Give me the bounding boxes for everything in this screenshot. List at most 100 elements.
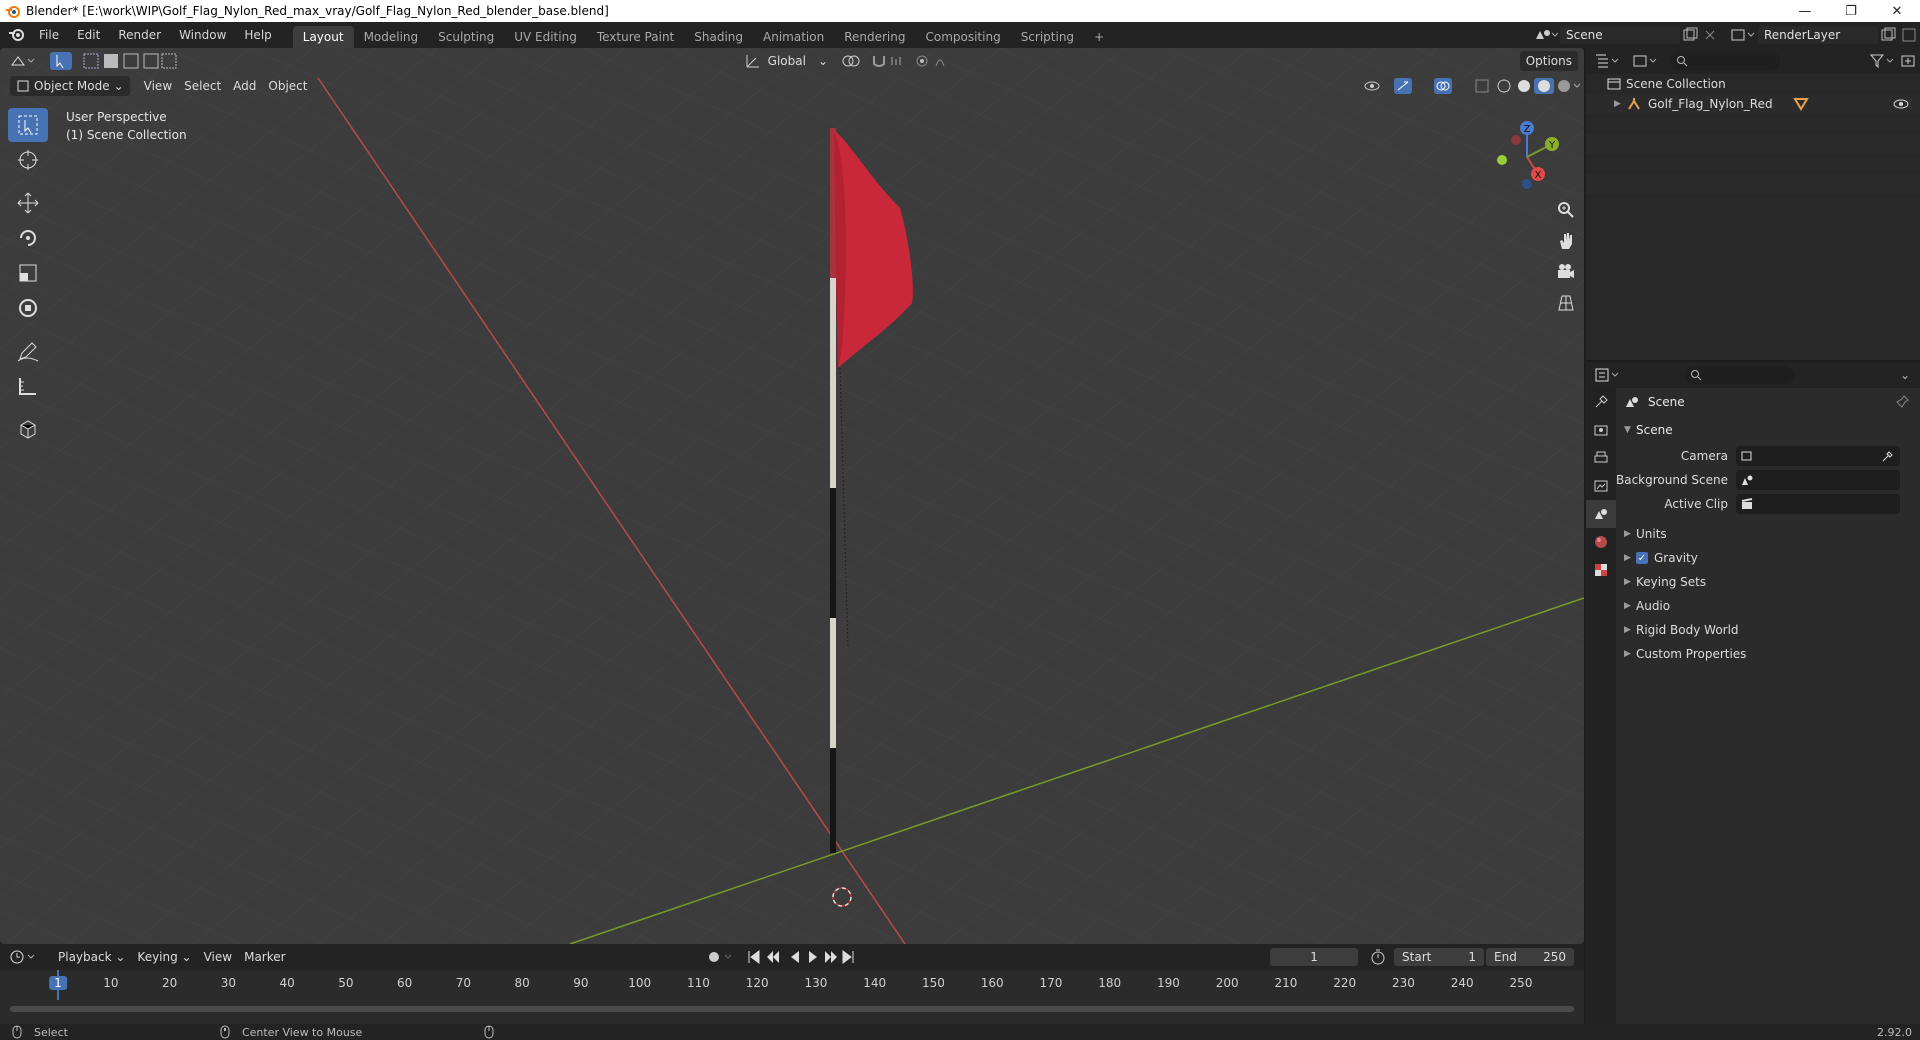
menu-window[interactable]: Window [170,24,235,46]
tab-view-layer[interactable] [1586,472,1616,500]
navigation-gizmo[interactable]: Z Y X [1482,112,1572,202]
tab-rendering[interactable]: Rendering [834,26,915,48]
eye-icon[interactable] [1892,97,1910,111]
orientation-chevron-icon[interactable]: ⌄ [812,51,834,71]
new-scene-icon[interactable] [1680,25,1700,45]
annotate-tool-button[interactable] [8,334,48,368]
tab-scene[interactable] [1586,500,1616,528]
selection-mode-icons[interactable] [82,51,178,71]
renderlayer-field[interactable]: RenderLayer [1758,26,1878,44]
gravity-panel[interactable]: ▶ ✓ Gravity [1616,546,1920,570]
expand-arrow-icon[interactable]: ▶ [1614,99,1626,109]
renderlayer-icon[interactable] [1728,25,1758,45]
menu-add[interactable]: Add [227,76,262,96]
cursor-tool-button[interactable] [8,143,48,177]
timeline-editor-icon[interactable] [8,947,42,967]
new-collection-icon[interactable] [1898,51,1920,71]
options-dropdown[interactable]: Options [1519,51,1578,71]
timeline-view-menu[interactable]: View [198,947,238,967]
pin-icon[interactable] [1894,394,1910,410]
tab-shading[interactable]: Shading [684,26,753,48]
tab-texture-paint[interactable]: Texture Paint [587,26,684,48]
current-frame-field[interactable]: 1 [1270,948,1359,966]
scale-tool-button[interactable] [8,256,48,290]
menu-help[interactable]: Help [235,24,280,46]
snap-icon[interactable] [870,52,914,70]
remove-renderlayer-icon[interactable] [1898,25,1920,45]
viewport-canvas[interactable] [0,48,1584,944]
scene-collection-row[interactable]: Scene Collection [1586,74,1920,94]
scene-icon[interactable] [1530,25,1560,45]
menu-view[interactable]: View [138,76,178,96]
tab-scripting[interactable]: Scripting [1011,26,1084,48]
gizmo-toggle-icon[interactable] [1392,77,1432,95]
select-tool-button[interactable] [8,108,48,142]
rigid-body-world-panel[interactable]: ▶ Rigid Body World [1616,618,1920,642]
filter-icon[interactable] [1868,51,1898,71]
tab-render[interactable] [1586,416,1616,444]
measure-tool-button[interactable] [8,369,48,403]
gizmo-x-neg[interactable] [1511,135,1521,145]
tab-animation[interactable]: Animation [753,26,834,48]
zoom-button[interactable] [1552,196,1580,224]
add-workspace-icon[interactable]: + [1084,26,1114,48]
record-icon[interactable] [705,948,735,966]
eyedropper-icon[interactable] [1880,449,1896,463]
gravity-checkbox[interactable]: ✓ [1636,552,1648,564]
scene-field[interactable]: Scene [1560,26,1680,44]
gizmo-y-neg[interactable] [1497,155,1507,165]
rotate-tool-button[interactable] [8,221,48,255]
properties-search-field[interactable] [1684,366,1794,384]
background-scene-field[interactable] [1736,470,1900,490]
tab-texture[interactable] [1586,556,1616,584]
new-renderlayer-icon[interactable] [1878,25,1898,45]
outliner-item-golf-flag[interactable]: ▶ Golf_Flag_Nylon_Red [1586,94,1920,114]
tab-tool[interactable] [1586,388,1616,416]
xray-toggle-icon[interactable] [1472,77,1494,95]
custom-properties-panel[interactable]: ▶ Custom Properties [1616,642,1920,666]
blender-menu-icon[interactable] [4,24,30,46]
overlays-toggle-icon[interactable] [1432,77,1472,95]
audio-panel[interactable]: ▶ Audio [1616,594,1920,618]
tab-compositing[interactable]: Compositing [915,26,1010,48]
menu-edit[interactable]: Edit [68,24,109,46]
menu-object[interactable]: Object [262,76,313,96]
playback-controls-icons[interactable] [745,948,857,966]
units-panel[interactable]: ▶ Units [1616,522,1920,546]
marker-menu[interactable]: Marker [238,947,291,967]
tab-sculpting[interactable]: Sculpting [428,26,504,48]
move-tool-button[interactable] [8,186,48,220]
proportional-editing-icon[interactable] [914,52,954,70]
scene-panel-header[interactable]: ▼ Scene [1616,416,1920,444]
outliner-search-field[interactable] [1670,52,1780,70]
properties-editor-icon[interactable] [1592,365,1626,385]
stopwatch-icon[interactable] [1366,948,1390,966]
keying-sets-panel[interactable]: ▶ Keying Sets [1616,570,1920,594]
ortho-toggle-button[interactable] [1552,289,1580,317]
display-mode-icon[interactable] [1630,51,1664,71]
active-clip-field[interactable] [1736,494,1900,514]
minimize-button[interactable]: — [1782,0,1828,22]
tab-output[interactable] [1586,444,1616,472]
camera-view-button[interactable] [1552,258,1580,286]
keying-menu[interactable]: Keying ⌄ [131,947,197,967]
properties-options-chevron-icon[interactable]: ⌄ [1900,368,1910,382]
tab-layout[interactable]: Layout [292,26,354,48]
visibility-icon[interactable] [1362,77,1392,95]
transform-tool-button[interactable] [8,291,48,325]
pivot-point-icon[interactable] [840,52,870,70]
start-frame-field[interactable]: Start 1 [1394,948,1485,966]
end-frame-field[interactable]: End 250 [1486,948,1575,966]
timeline-scrollbar[interactable] [10,1006,1574,1012]
outliner-editor-icon[interactable] [1592,51,1626,71]
editor-type-icon[interactable] [8,51,42,71]
camera-field[interactable] [1736,446,1900,466]
timeline-ruler[interactable]: 1 10 20 30 40 50 60 70 80 90 100 110 120 130 140 150 160… [0,970,1584,1000]
restore-button[interactable]: ❐ [1828,0,1874,22]
menu-render[interactable]: Render [109,24,170,46]
mode-dropdown[interactable]: Object Mode ⌄ [10,76,130,96]
add-cube-tool-button[interactable] [8,412,48,446]
tab-modeling[interactable]: Modeling [354,26,429,48]
close-window-button[interactable]: ✕ [1874,0,1920,22]
playback-menu[interactable]: Playback ⌄ [52,947,131,967]
